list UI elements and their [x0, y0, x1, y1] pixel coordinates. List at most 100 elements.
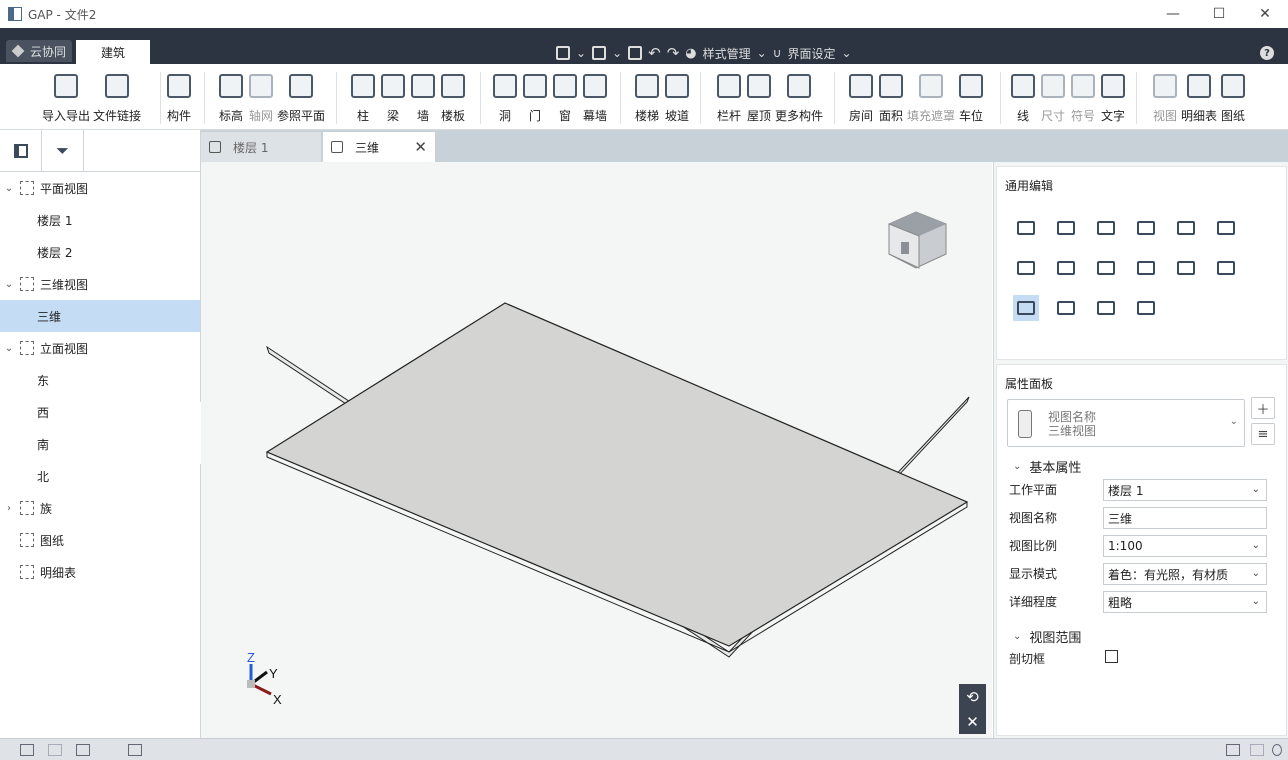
- ribbon-button-1[interactable]: 文件链接: [87, 64, 147, 130]
- array-icon[interactable]: [1013, 255, 1039, 281]
- offset-icon[interactable]: [1053, 255, 1079, 281]
- ribbon-button-26[interactable]: 文字: [1083, 64, 1143, 130]
- filter-button[interactable]: ⏷: [42, 130, 84, 172]
- type-name-label: 视图名称: [1048, 410, 1097, 424]
- close-button[interactable]: ✕: [1242, 0, 1288, 28]
- tab-cloud-collab[interactable]: 云协同: [6, 40, 72, 62]
- chevron-down-icon[interactable]: ⌄: [576, 46, 586, 60]
- property-field[interactable]: 1:100 ⌄: [1103, 535, 1267, 557]
- minimize-button[interactable]: —: [1150, 0, 1196, 28]
- ribbon-toolbar: 导入导出 文件链接 构件 标高 轴网 参照平面柱梁墙楼板洞门窗幕墙 楼梯 坡道 栏杆 屋顶 更多构件…: [0, 64, 1288, 130]
- ribbon-button-label: 文件链接: [92, 109, 141, 123]
- property-field[interactable]: 楼层 1 ⌄: [1103, 479, 1267, 501]
- settings-icon[interactable]: [1272, 744, 1282, 756]
- tree-item[interactable]: 南: [0, 428, 200, 460]
- close-tab-icon[interactable]: ✕: [414, 138, 427, 156]
- view-folder-icon: [20, 565, 34, 579]
- close-view-icon[interactable]: ✕: [966, 713, 979, 731]
- property-value: 粗略: [1108, 595, 1133, 610]
- doc-tab-3d[interactable]: 三维 ✕: [323, 132, 435, 162]
- scale-icon[interactable]: [1133, 255, 1159, 281]
- tree-item[interactable]: 图纸: [0, 524, 200, 556]
- property-field[interactable]: 粗略 ⌄: [1103, 591, 1267, 613]
- tree-item[interactable]: ⌄ 平面视图: [0, 172, 200, 204]
- floor-slab[interactable]: [265, 302, 969, 647]
- extend-icon[interactable]: [1093, 255, 1119, 281]
- undo-icon[interactable]: ↶: [648, 44, 661, 62]
- edit-type-button[interactable]: ≡: [1251, 423, 1275, 445]
- tree-item[interactable]: 三维: [0, 300, 200, 332]
- ribbon-button-9[interactable]: 楼板: [423, 64, 483, 130]
- add-type-button[interactable]: ＋: [1251, 397, 1275, 419]
- tree-item-label: 族: [40, 501, 53, 516]
- table-icon[interactable]: [128, 744, 142, 756]
- rotate-icon[interactable]: [1093, 215, 1119, 241]
- panel-toggle-button[interactable]: [0, 130, 42, 172]
- tree-item[interactable]: 西: [0, 396, 200, 428]
- tree-item[interactable]: 北: [0, 460, 200, 492]
- layout-split-icon[interactable]: [48, 744, 62, 756]
- tree-item[interactable]: 东: [0, 364, 200, 396]
- tree-item[interactable]: ⌄ 立面视图: [0, 332, 200, 364]
- layer-icon[interactable]: [1053, 295, 1079, 321]
- crop-box-label: 剖切框: [1009, 652, 1046, 666]
- view-status-icon[interactable]: [1226, 744, 1240, 756]
- save-icon[interactable]: [628, 46, 643, 60]
- ribbon-button-15[interactable]: 坡道: [647, 64, 707, 130]
- tree-item[interactable]: › 族: [0, 492, 200, 524]
- maximize-button[interactable]: ☐: [1196, 0, 1242, 28]
- ribbon-button-13[interactable]: 幕墙: [565, 64, 625, 130]
- chevron-down-icon[interactable]: ⌄: [4, 343, 14, 354]
- move-icon[interactable]: [1013, 215, 1039, 241]
- delete-icon[interactable]: [1013, 295, 1039, 321]
- 3d-scene[interactable]: Z Y X: [201, 162, 992, 738]
- layout-grid-icon[interactable]: [20, 744, 34, 756]
- chevron-right-icon[interactable]: ›: [4, 503, 14, 514]
- 3d-viewport[interactable]: Z Y X: [201, 162, 992, 738]
- mirror-icon[interactable]: [1213, 255, 1239, 281]
- crop-box-checkbox[interactable]: [1105, 650, 1118, 663]
- pattern-icon[interactable]: [1173, 255, 1199, 281]
- redo-icon[interactable]: ↷: [667, 44, 680, 62]
- tab-building[interactable]: 建筑: [76, 40, 150, 64]
- open-file-icon[interactable]: [592, 46, 607, 60]
- trim-icon[interactable]: [1213, 215, 1239, 241]
- tree-item[interactable]: 明细表: [0, 556, 200, 588]
- ribbon-button-29[interactable]: 图纸: [1203, 64, 1263, 130]
- reset-view-icon[interactable]: ⟲: [966, 688, 979, 706]
- tree-item[interactable]: ⌄ 三维视图: [0, 268, 200, 300]
- layout-tile-icon[interactable]: [76, 744, 90, 756]
- chevron-down-icon[interactable]: ⌄: [612, 46, 622, 60]
- property-field[interactable]: 着色：有光照，有材质 ⌄: [1103, 563, 1267, 585]
- measure-icon[interactable]: [1133, 295, 1159, 321]
- arrange-icon[interactable]: [1093, 295, 1119, 321]
- align-icon[interactable]: [1133, 215, 1159, 241]
- help-icon[interactable]: ?: [1260, 46, 1274, 60]
- ui-settings-menu[interactable]: 界面设定: [788, 45, 836, 62]
- page-icon[interactable]: [1250, 744, 1264, 756]
- ribbon-button-5[interactable]: 参照平面: [271, 64, 331, 130]
- axis-y-label: Y: [269, 666, 278, 681]
- ribbon-separator: [336, 72, 337, 124]
- style-manage-menu[interactable]: 样式管理: [703, 45, 751, 62]
- doc-tab-floor1[interactable]: 楼层 1: [201, 132, 321, 162]
- split-icon[interactable]: [1173, 215, 1199, 241]
- view-range-section[interactable]: ⌄ 视图范围: [1013, 627, 1081, 646]
- copy-icon[interactable]: [1053, 215, 1079, 241]
- chevron-down-icon[interactable]: ⌄: [4, 279, 14, 290]
- property-field[interactable]: 三维: [1103, 507, 1267, 529]
- doc-tab-label: 三维: [355, 140, 380, 155]
- ribbon-button-18[interactable]: 更多构件: [769, 64, 829, 130]
- tree-item[interactable]: 楼层 2: [0, 236, 200, 268]
- ribbon-button-2[interactable]: 构件: [149, 64, 209, 130]
- view-cube-icon[interactable]: [888, 211, 947, 269]
- tree-item[interactable]: 楼层 1: [0, 204, 200, 236]
- ribbon-button-label: 幕墙: [582, 109, 607, 123]
- new-file-icon[interactable]: [556, 46, 570, 60]
- basic-properties-section[interactable]: ⌄ 基本属性: [1013, 457, 1081, 476]
- ribbon-button-22[interactable]: 车位: [941, 64, 1001, 130]
- chevron-down-icon[interactable]: ⌄: [4, 183, 14, 194]
- ribbon-button-label: 更多构件: [774, 109, 823, 123]
- tree-item-label: 南: [37, 437, 50, 452]
- type-selector[interactable]: 视图名称 三维视图 ⌄: [1007, 399, 1245, 447]
